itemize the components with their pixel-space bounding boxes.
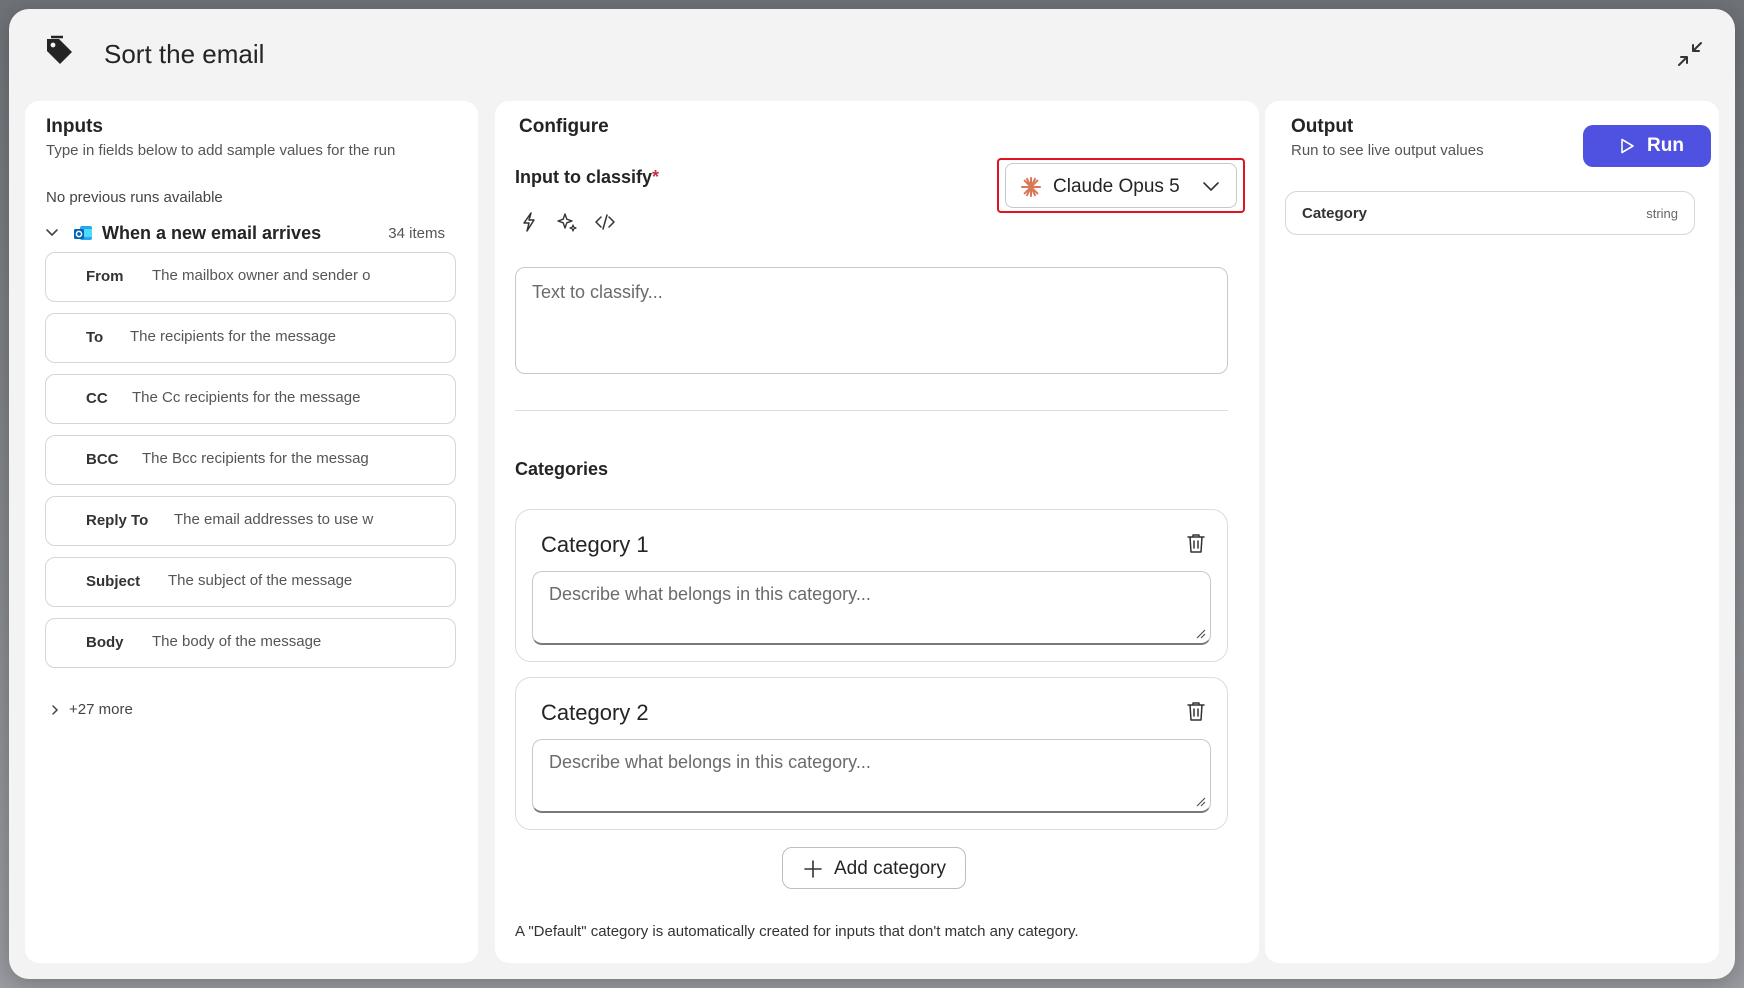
trigger-group-header[interactable]: When a new email arrives 34 items <box>45 221 445 247</box>
inputs-panel: Inputs Type in fields below to add sampl… <box>25 101 478 963</box>
input-field-from[interactable]: From The mailbox owner and sender o <box>45 252 456 302</box>
output-panel: Output Run to see live output values Run… <box>1265 101 1719 963</box>
output-field-type: string <box>1646 206 1678 221</box>
input-field-cc[interactable]: CC The Cc recipients for the message <box>45 374 456 424</box>
inputs-title: Inputs <box>46 116 103 137</box>
dialog-header: Sort the email <box>9 9 1735 99</box>
input-to-classify-textarea[interactable] <box>516 268 1227 373</box>
input-to-classify-label: Input to classify* <box>515 167 659 188</box>
inputs-subtitle: Type in fields below to add sample value… <box>46 142 396 159</box>
field-placeholder: The mailbox owner and sender o <box>152 267 371 284</box>
category-title: Category 1 <box>541 532 649 557</box>
output-field-name: Category <box>1302 205 1368 222</box>
field-label: Reply To <box>86 512 149 529</box>
collapse-icon[interactable] <box>1675 39 1705 69</box>
configure-title: Configure <box>519 116 609 137</box>
output-subtitle: Run to see live output values <box>1291 142 1484 159</box>
plus-icon <box>804 860 822 878</box>
field-label: BCC <box>86 451 119 468</box>
field-label: CC <box>86 390 108 407</box>
section-divider <box>515 410 1228 411</box>
category-card-1: Category 1 <box>515 509 1228 662</box>
run-label: Run <box>1647 135 1684 156</box>
resize-grip-icon[interactable] <box>1194 795 1206 807</box>
field-label: To <box>86 329 104 346</box>
input-field-bcc[interactable]: BCC The Bcc recipients for the messag <box>45 435 456 485</box>
category-description-textarea[interactable] <box>533 740 1210 811</box>
trigger-label: When a new email arrives <box>102 223 322 243</box>
sparkle-icon[interactable] <box>556 211 578 233</box>
field-placeholder: The recipients for the message <box>130 328 336 345</box>
model-name: Claude Opus 5 <box>1053 176 1180 197</box>
dialog-title: Sort the email <box>104 39 265 69</box>
sort-email-dialog: Sort the email Inputs Type in fields bel… <box>9 9 1735 979</box>
trash-icon[interactable] <box>1185 700 1207 722</box>
chevron-down-icon[interactable] <box>45 225 59 239</box>
chevron-right-icon <box>52 705 59 715</box>
model-selector[interactable]: Claude Opus 5 <box>1005 163 1237 208</box>
claude-spark-icon <box>1021 177 1041 197</box>
lightning-icon[interactable] <box>518 211 540 233</box>
trash-icon[interactable] <box>1185 532 1207 554</box>
play-icon <box>1621 138 1634 154</box>
category-title: Category 2 <box>541 700 649 725</box>
field-label: Subject <box>86 573 141 590</box>
category-description-field[interactable] <box>532 739 1211 813</box>
output-field-category: Category string <box>1285 191 1695 235</box>
category-description-textarea[interactable] <box>533 572 1210 643</box>
trigger-item-count: 34 items <box>388 225 445 242</box>
input-field-reply-to[interactable]: Reply To The email addresses to use w <box>45 496 456 546</box>
no-runs-message: No previous runs available <box>46 189 223 206</box>
field-placeholder: The Bcc recipients for the messag <box>142 450 369 467</box>
input-label-text: Input to classify <box>515 167 653 187</box>
field-placeholder: The subject of the message <box>168 572 353 589</box>
configure-panel: Configure Input to classify* Claude Opus… <box>495 101 1259 963</box>
category-card-2: Category 2 <box>515 677 1228 830</box>
add-category-label: Add category <box>834 858 946 879</box>
field-placeholder: The email addresses to use w <box>174 511 374 528</box>
outlook-icon <box>74 226 92 240</box>
category-description-field[interactable] <box>532 571 1211 645</box>
chevron-down-icon <box>1203 182 1219 192</box>
resize-grip-icon[interactable] <box>1194 627 1206 639</box>
default-category-note: A "Default" category is automatically cr… <box>515 923 1079 940</box>
categories-title: Categories <box>515 459 609 479</box>
field-label: From <box>86 268 124 285</box>
tag-icon <box>47 35 72 64</box>
input-field-subject[interactable]: Subject The subject of the message <box>45 557 456 607</box>
field-placeholder: The body of the message <box>152 633 322 650</box>
add-category-button[interactable]: Add category <box>782 847 966 889</box>
input-field-body[interactable]: Body The body of the message <box>45 618 456 668</box>
show-more-label: +27 more <box>69 701 133 718</box>
run-button[interactable]: Run <box>1583 125 1711 167</box>
input-to-classify-field[interactable] <box>515 267 1228 374</box>
output-title: Output <box>1291 116 1354 137</box>
required-marker: * <box>652 167 660 187</box>
input-field-to[interactable]: To The recipients for the message <box>45 313 456 363</box>
code-icon[interactable] <box>594 211 616 233</box>
field-label: Body <box>86 634 124 651</box>
field-placeholder: The Cc recipients for the message <box>132 389 361 406</box>
